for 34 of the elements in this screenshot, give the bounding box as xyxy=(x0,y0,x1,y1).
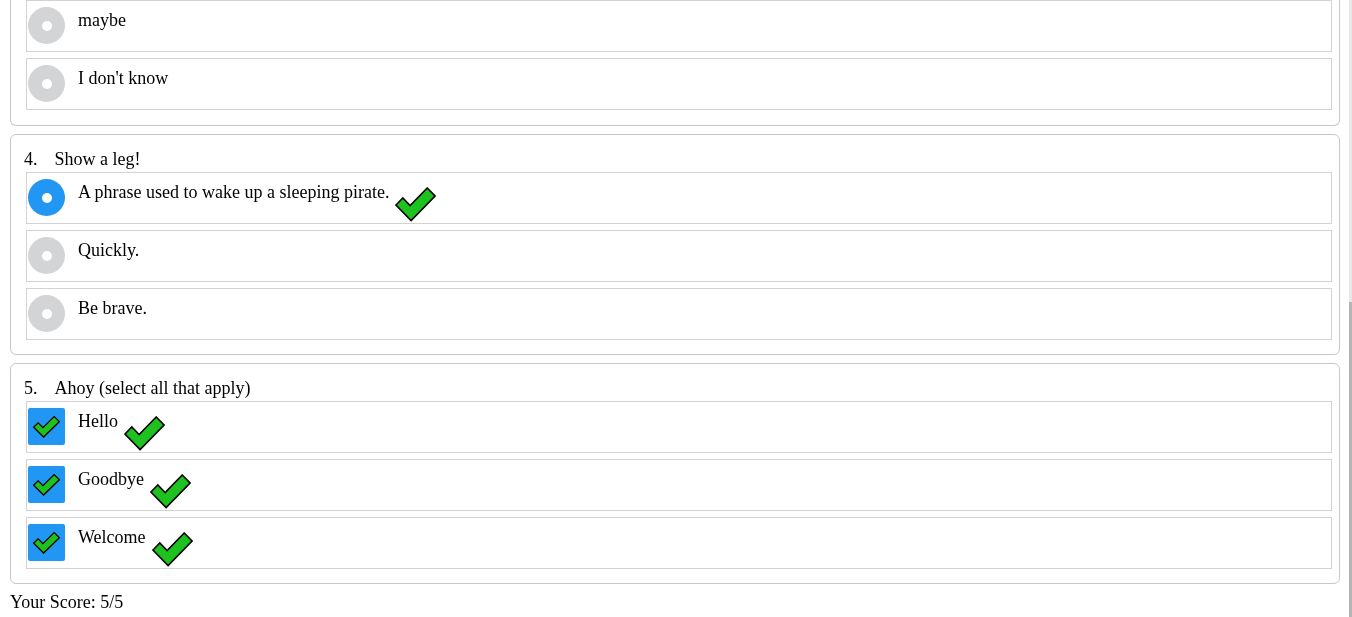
option-label: I don't know xyxy=(78,68,169,89)
answer-option[interactable]: I don't know xyxy=(26,58,1332,110)
checkmark-icon xyxy=(33,531,60,554)
score-text: Your Score: 5/5 xyxy=(10,592,125,613)
radio-button[interactable] xyxy=(28,7,65,44)
radio-button[interactable] xyxy=(28,237,65,274)
answer-option[interactable]: Quickly. xyxy=(26,230,1332,282)
option-label: Be brave. xyxy=(78,298,147,319)
answer-option[interactable]: A phrase used to wake up a sleeping pirate. xyxy=(26,172,1332,224)
checkmark-icon xyxy=(33,473,60,496)
radio-button[interactable] xyxy=(28,295,65,332)
option-label: A phrase used to wake up a sleeping pirate. xyxy=(78,182,390,203)
checkbox[interactable] xyxy=(28,408,65,445)
checkbox[interactable] xyxy=(28,524,65,561)
answer-option[interactable]: Be brave. xyxy=(26,288,1332,340)
option-label: maybe xyxy=(78,10,126,31)
option-label: Hello xyxy=(78,411,118,432)
option-label: Goodbye xyxy=(78,469,144,490)
option-label: Welcome xyxy=(78,527,146,548)
question-title: Show a leg! xyxy=(54,149,141,170)
answer-option[interactable]: maybe xyxy=(26,0,1332,52)
scrollbar-track[interactable] xyxy=(1349,0,1352,617)
option-label: Quickly. xyxy=(78,240,140,261)
question-number: 4. xyxy=(24,149,38,170)
checkmark-icon xyxy=(33,415,60,438)
answer-option[interactable]: Welcome xyxy=(26,517,1332,569)
question-number: 5. xyxy=(24,378,38,399)
radio-button[interactable] xyxy=(28,65,65,102)
checkbox[interactable] xyxy=(28,466,65,503)
scrollbar-thumb[interactable] xyxy=(1349,302,1352,617)
question-title: Ahoy (select all that apply) xyxy=(54,378,251,399)
answer-option[interactable]: Hello xyxy=(26,401,1332,453)
answer-option[interactable]: Goodbye xyxy=(26,459,1332,511)
radio-button[interactable] xyxy=(28,179,65,216)
